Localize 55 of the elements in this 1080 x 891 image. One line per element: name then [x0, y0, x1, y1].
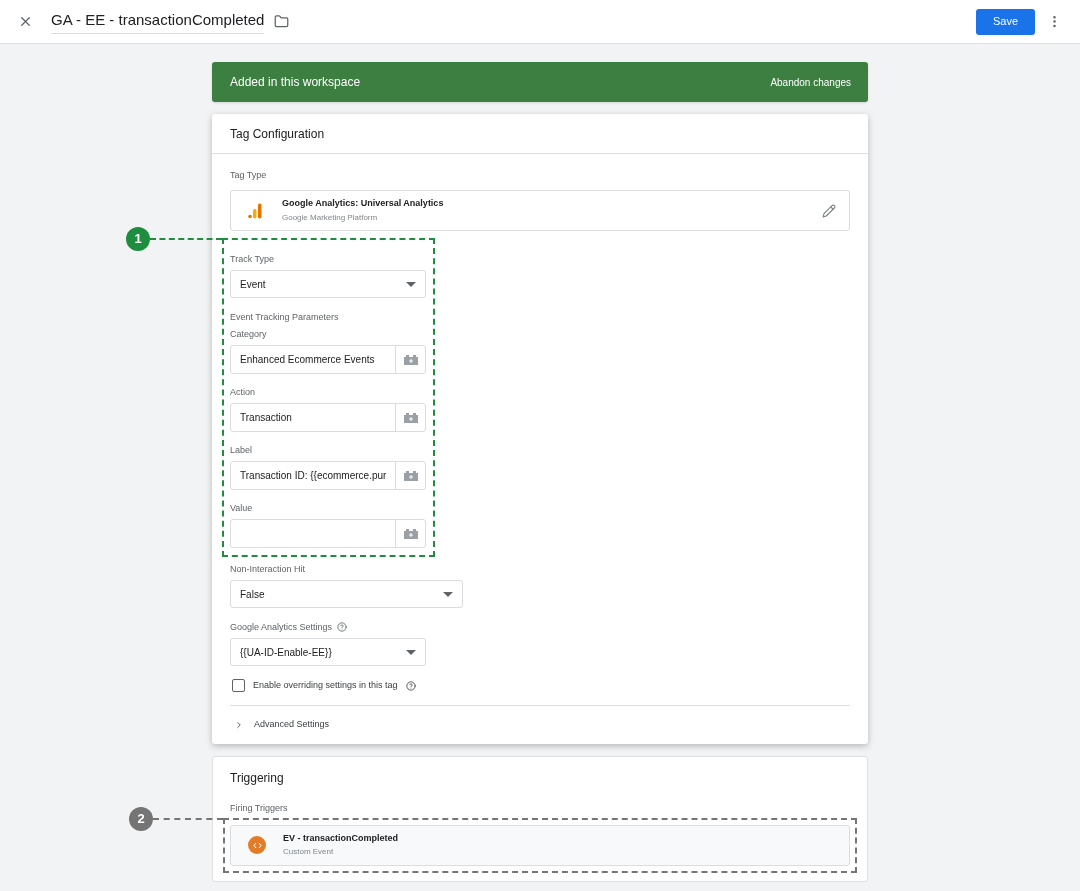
- tag-type-card[interactable]: Google Analytics: Universal Analytics Google Marketing Platform: [230, 190, 850, 231]
- trigger-type: Custom Event: [283, 846, 335, 859]
- close-icon[interactable]: [18, 14, 33, 29]
- checkbox-label: Enable overriding settings in this tag: [253, 679, 398, 692]
- banner-message: Added in this workspace: [230, 74, 361, 91]
- code-icon: [248, 836, 266, 854]
- field-label: Label: [230, 446, 254, 455]
- field-label: Category: [230, 330, 268, 339]
- section-label: Tag Type: [230, 171, 268, 180]
- input-value: Transaction: [240, 411, 292, 425]
- field-label: Non-Interaction Hit: [230, 565, 307, 574]
- tag-type-name: Google Analytics: Universal Analytics: [282, 197, 445, 211]
- edit-pencil-icon[interactable]: [822, 203, 836, 218]
- field-label: Google Analytics Settings: [230, 622, 333, 632]
- select-value: {{UA-ID-Enable-EE}}: [240, 645, 332, 660]
- field-label: Track Type: [230, 255, 275, 264]
- input-value: Transaction ID: {{ecommerce.pur: [240, 469, 387, 483]
- input-value: Enhanced Ecommerce Events: [240, 353, 375, 367]
- text-input-field[interactable]: [230, 519, 426, 548]
- tag-type-provider: Google Marketing Platform: [282, 211, 379, 224]
- variable-icon[interactable]: [402, 470, 419, 481]
- bar-chart-logo: [248, 202, 262, 219]
- variable-icon[interactable]: [402, 354, 419, 365]
- select-value: Event: [240, 277, 266, 292]
- variable-icon[interactable]: [402, 528, 419, 539]
- variable-icon[interactable]: [402, 412, 419, 423]
- dropdown-caret-icon: [443, 591, 453, 597]
- save-button[interactable]: Save: [976, 8, 1035, 35]
- advanced-settings-toggle[interactable]: Advanced Settings: [212, 705, 868, 744]
- tag-name-field[interactable]: GA - EE - transactionCompleted: [51, 8, 265, 35]
- section-label: Firing Triggers: [230, 803, 289, 813]
- trigger-card[interactable]: EV - transactionCompleted Custom Event: [230, 824, 850, 866]
- dropdown-caret-icon: [406, 281, 416, 287]
- field-label: Action: [230, 388, 256, 397]
- card-title: Triggering: [230, 769, 285, 787]
- help-icon[interactable]: [405, 680, 416, 691]
- select-value: False: [240, 587, 265, 602]
- help-icon[interactable]: [337, 622, 348, 632]
- subsection-heading: Event Tracking Parameters: [230, 313, 340, 322]
- text-input-field[interactable]: Enhanced Ecommerce Events: [230, 345, 426, 374]
- field-label: Value: [230, 504, 254, 513]
- callout-badge: 2: [129, 806, 153, 831]
- text-input-field[interactable]: Transaction ID: {{ecommerce.pur: [230, 461, 426, 490]
- abandon-changes-link[interactable]: Abandon changes: [770, 74, 851, 90]
- trigger-name: EV - transactionCompleted: [283, 831, 399, 845]
- dropdown-select[interactable]: False: [230, 580, 463, 608]
- dropdown-select[interactable]: Event: [230, 270, 426, 298]
- callout-badge: 1: [126, 227, 150, 251]
- dropdown-select[interactable]: {{UA-ID-Enable-EE}}: [230, 638, 426, 666]
- dropdown-caret-icon: [406, 649, 416, 655]
- folder-icon[interactable]: [274, 14, 290, 29]
- checkbox[interactable]: [232, 679, 245, 693]
- card-title: Tag Configuration: [212, 114, 868, 154]
- chevron-right-icon: [234, 719, 244, 730]
- text-input-field[interactable]: Transaction: [230, 403, 426, 432]
